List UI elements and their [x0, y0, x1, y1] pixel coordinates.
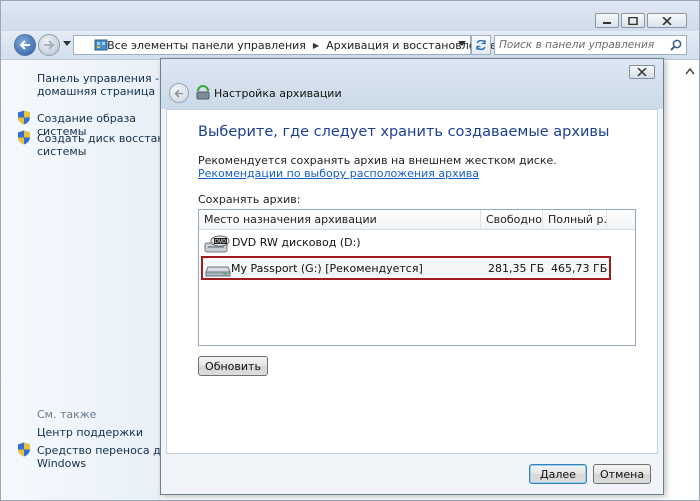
column-header-free[interactable]: Свободно — [481, 210, 543, 229]
shield-icon — [18, 130, 30, 145]
destination-name: My Passport (G:) [Рекомендуется] — [231, 262, 423, 275]
dialog-title-bar: Настройка архивации — [161, 59, 663, 109]
next-button[interactable]: Далее — [529, 464, 587, 484]
refresh-icon — [476, 39, 486, 51]
maximize-icon — [628, 16, 638, 25]
dvd-drive-icon: DVD — [204, 235, 230, 253]
recommendation-label: Рекомендуется сохранять архив на внешнем… — [198, 154, 557, 167]
destination-name: DVD RW дисковод (D:) — [232, 236, 361, 249]
backup-setup-dialog: Настройка архивации Выберите, где следуе… — [160, 58, 664, 495]
save-backup-label: Сохранять архив: — [198, 193, 301, 206]
action-center-label: Центр поддержки — [37, 426, 143, 439]
list-item-selected[interactable]: My Passport (G:) [Рекомендуется] 281,35 … — [201, 256, 611, 280]
see-also-heading: См. также — [37, 408, 97, 421]
back-button[interactable] — [14, 34, 36, 56]
close-icon — [637, 68, 647, 76]
search-icon[interactable] — [670, 39, 682, 51]
backup-location-guidelines-link[interactable]: Рекомендации по выбору расположения архи… — [198, 167, 479, 180]
destination-total-size: 465,73 ГБ — [551, 262, 608, 275]
arrow-right-icon — [44, 40, 55, 50]
dialog-body: Выберите, где следует хранить создаваемы… — [166, 109, 658, 454]
destination-free-space: 281,35 ГБ — [488, 262, 545, 275]
list-item[interactable]: DVD DVD RW дисковод (D:) — [199, 232, 635, 254]
cancel-button[interactable]: Отмена — [593, 464, 651, 484]
dialog-back-button[interactable] — [169, 83, 189, 103]
forward-button[interactable] — [38, 34, 60, 56]
search-box[interactable] — [494, 35, 687, 55]
scroll-up-icon[interactable] — [683, 65, 697, 85]
control-panel-icon — [94, 39, 108, 51]
refresh-address-button[interactable] — [471, 35, 491, 55]
control-panel-home-link[interactable]: Панель управления - домашняя страница — [37, 72, 159, 98]
close-button[interactable] — [647, 13, 687, 28]
svg-text:DVD: DVD — [215, 239, 226, 245]
minimize-icon — [603, 21, 611, 24]
shield-icon — [18, 442, 30, 457]
backup-destination-list[interactable]: Место назначения архивации Свободно Полн… — [198, 209, 636, 346]
recommendation-text: Рекомендуется сохранять архив на внешнем… — [198, 154, 628, 180]
home-link-line2: домашняя страница — [37, 85, 156, 98]
arrow-left-icon — [19, 40, 30, 50]
refresh-button[interactable]: Обновить — [198, 356, 268, 376]
breadcrumb-separator-icon[interactable]: ▶ — [313, 41, 319, 50]
hard-drive-icon — [205, 266, 231, 277]
search-input[interactable] — [499, 38, 664, 52]
backup-icon — [196, 85, 210, 100]
address-dropdown-icon[interactable] — [458, 41, 466, 47]
shield-icon — [18, 110, 30, 125]
navigation-bar: « Все элементы панели управления ▶ Архив… — [1, 31, 699, 60]
column-header-total[interactable]: Полный р... — [543, 210, 607, 229]
close-icon — [662, 16, 672, 25]
action-center-link[interactable]: Центр поддержки — [37, 426, 143, 439]
recent-pages-dropdown-icon[interactable] — [63, 41, 71, 47]
column-header-destination[interactable]: Место назначения архивации — [199, 210, 481, 229]
maximize-button[interactable] — [621, 13, 645, 28]
arrow-left-icon — [174, 88, 183, 98]
window-title-bar — [1, 1, 699, 31]
address-bar[interactable]: « Все элементы панели управления ▶ Архив… — [73, 35, 497, 55]
main-instruction: Выберите, где следует хранить создаваемы… — [198, 124, 610, 140]
dialog-close-button[interactable] — [629, 65, 655, 79]
minimize-button[interactable] — [595, 13, 619, 28]
caption-buttons — [595, 13, 687, 28]
home-link-line1: Панель управления - — [37, 72, 160, 85]
task-pane: Панель управления - домашняя страница Со… — [1, 60, 199, 500]
breadcrumb-all-items[interactable]: Все элементы панели управления — [107, 39, 306, 52]
list-header: Место назначения архивации Свободно Полн… — [199, 210, 635, 230]
dialog-title: Настройка архивации — [214, 87, 342, 100]
